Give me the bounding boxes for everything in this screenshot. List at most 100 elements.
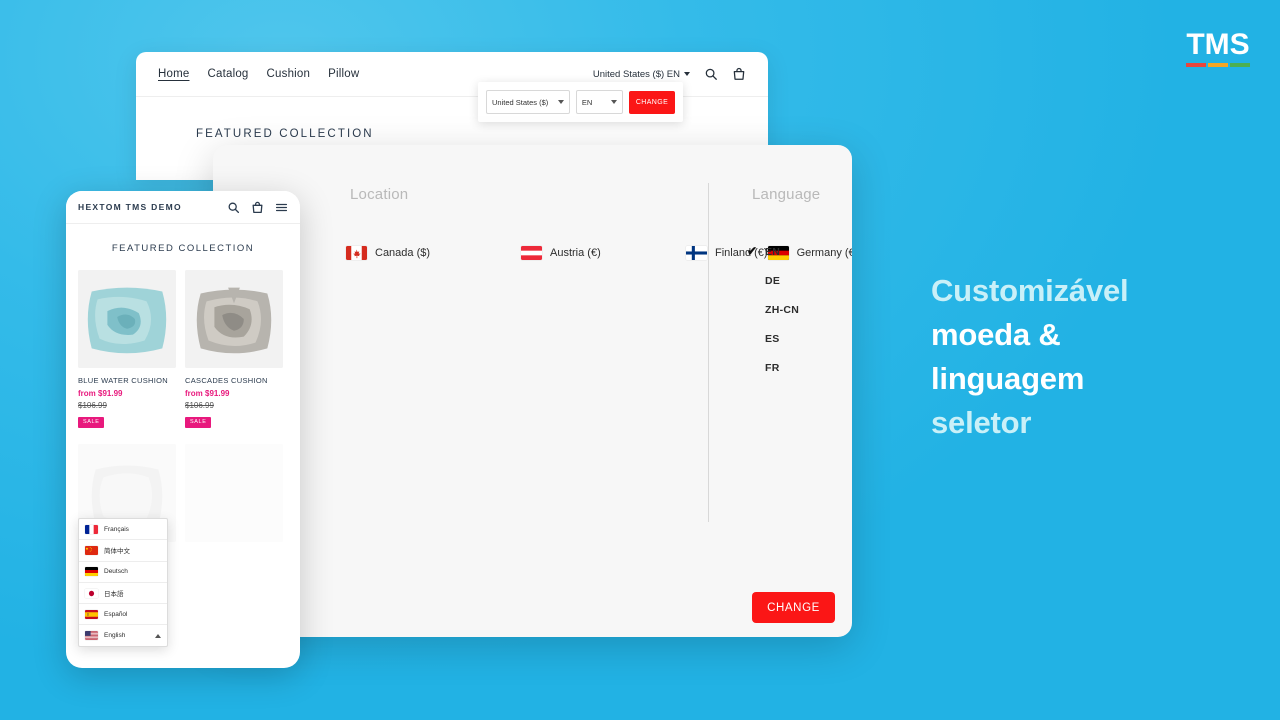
nav-link-pillow[interactable]: Pillow [328,68,359,80]
popover-language-select[interactable]: EN [575,90,623,114]
language-column-title: Language [752,186,821,203]
popover-currency-value: United States ($) [492,97,549,107]
product-title: CASCADES CUSHION [185,376,268,385]
language-label: ZH-CN [765,303,800,316]
product-image-blue-water-cushion [78,270,176,368]
product-card[interactable]: CASCADES CUSHION from $91.99 $106.99 SAL… [185,270,283,428]
mobile-language-item[interactable]: Español [79,604,167,626]
tms-logo-text: TMS [1186,28,1250,61]
chevron-down-icon [557,100,564,104]
nav-link-catalog[interactable]: Catalog [207,68,248,80]
desktop-selector-label: United States ($) EN [592,68,680,80]
product-title: BLUE WATER CUSHION [78,376,168,385]
tms-logo: TMS [1186,30,1250,67]
mobile-language-label: 日本語 [104,591,124,599]
country-item[interactable]: Austria (€) [521,237,686,269]
language-label: FR [765,361,780,374]
logo-bar-orange [1208,63,1228,67]
slide-canvas: TMS Home Catalog Cushion Pillow United S… [0,0,1280,720]
currency-language-modal: Location Language Canada ($) Austria (€) F… [213,145,852,637]
chevron-down-icon [611,100,617,104]
hamburger-icon[interactable] [275,201,288,214]
mobile-language-label: Deutsch [104,568,128,576]
mobile-product-grid: BLUE WATER CUSHION from $91.99 $106.99 S… [66,270,300,428]
mobile-language-item[interactable]: Français [79,519,167,541]
language-item[interactable]: FR [752,353,852,382]
language-label: ES [765,332,780,345]
search-icon[interactable] [227,201,240,214]
mobile-language-label: Español [104,610,128,618]
nav-link-home[interactable]: Home [158,68,189,80]
mobile-language-item[interactable]: 日本語 [79,583,167,605]
search-icon[interactable] [704,67,718,81]
language-item[interactable]: ✔ EN [747,237,852,266]
product-image-placeholder [185,444,283,542]
headline: Customizável moeda & linguagem seletor [931,269,1231,445]
product-compare-at-price: $106.99 [78,401,107,410]
mobile-language-item[interactable]: English [79,625,167,645]
country-item[interactable]: Canada ($) [346,237,521,269]
flag-icon-fr [85,524,98,534]
tms-logo-bars [1186,63,1250,67]
country-label: Austria (€) [550,247,601,259]
location-column-title: Location [350,186,409,203]
nav-link-cushion[interactable]: Cushion [267,68,311,80]
logo-bar-red [1186,63,1206,67]
popover-currency-select[interactable]: United States ($) [486,90,570,114]
language-label: DE [765,274,781,287]
desktop-featured-heading: FEATURED COLLECTION [196,128,374,140]
product-image-cascades-cushion [185,270,283,368]
mobile-storefront-mockup: HEXTOM TMS DEMO FEATURED COLLECTION BLUE… [66,191,300,668]
chevron-up-icon [155,633,161,638]
flag-icon-ca [346,246,367,260]
flag-icon-fi [686,246,707,260]
language-list: ✔ EN DE ZH-CN ES FR [747,237,852,382]
headline-line-3: linguagem [931,361,1085,396]
sale-badge: SALE [185,416,212,428]
desktop-nav-links: Home Catalog Cushion Pillow [158,68,359,80]
chevron-down-icon [684,72,690,76]
mobile-language-label: Français [104,525,129,533]
sale-badge: SALE [78,416,105,428]
popover-language-value: EN [581,97,593,107]
language-item[interactable]: DE [752,266,852,295]
flag-icon-es [85,609,98,619]
product-price: from $91.99 [78,389,123,398]
mobile-featured-heading: FEATURED COLLECTION [111,243,255,254]
flag-icon-at [521,246,542,260]
desktop-nav-right: United States ($) EN [593,67,746,81]
modal-column-divider [708,183,709,522]
mobile-header-icons [227,201,288,214]
modal-change-button[interactable]: CHANGE [752,592,835,623]
country-list: Canada ($) Austria (€) Finland (€) Germany … [346,237,852,269]
desktop-currency-popover: United States ($) EN CHANGE [478,82,683,122]
headline-line-4: seletor [931,405,1032,440]
bag-icon[interactable] [732,67,746,81]
popover-change-button[interactable]: CHANGE [629,90,675,114]
product-card[interactable] [185,444,283,542]
flag-icon-cn [85,545,98,555]
product-compare-at-price: $106.99 [185,401,214,410]
mobile-header: HEXTOM TMS DEMO [66,191,300,224]
desktop-currency-language-selector[interactable]: United States ($) EN [593,69,690,80]
country-label: Canada ($) [375,247,431,259]
language-item[interactable]: ZH-CN [752,295,852,324]
flag-icon-us [85,631,98,641]
product-card[interactable]: BLUE WATER CUSHION from $91.99 $106.99 S… [78,270,176,428]
mobile-brand-title: HEXTOM TMS DEMO [78,202,182,212]
language-item[interactable]: ES [752,324,852,353]
product-price: from $91.99 [185,389,230,398]
language-label: EN [765,245,781,258]
headline-line-2: moeda & [931,317,1061,352]
logo-bar-green [1230,63,1250,67]
mobile-language-item[interactable]: Deutsch [79,562,167,583]
bag-icon[interactable] [251,201,264,214]
mobile-language-item[interactable]: 简体中文 [79,540,167,562]
mobile-language-dropdown[interactable]: Français 简体中文 Deutsch 日本語 Español English [78,518,168,647]
mobile-language-label: English [104,632,126,640]
headline-line-1: Customizável [931,273,1129,308]
mobile-language-label: 简体中文 [104,548,130,556]
flag-icon-jp [85,588,98,598]
selected-check-icon: ✔ [747,244,758,258]
flag-icon-de [85,567,98,577]
